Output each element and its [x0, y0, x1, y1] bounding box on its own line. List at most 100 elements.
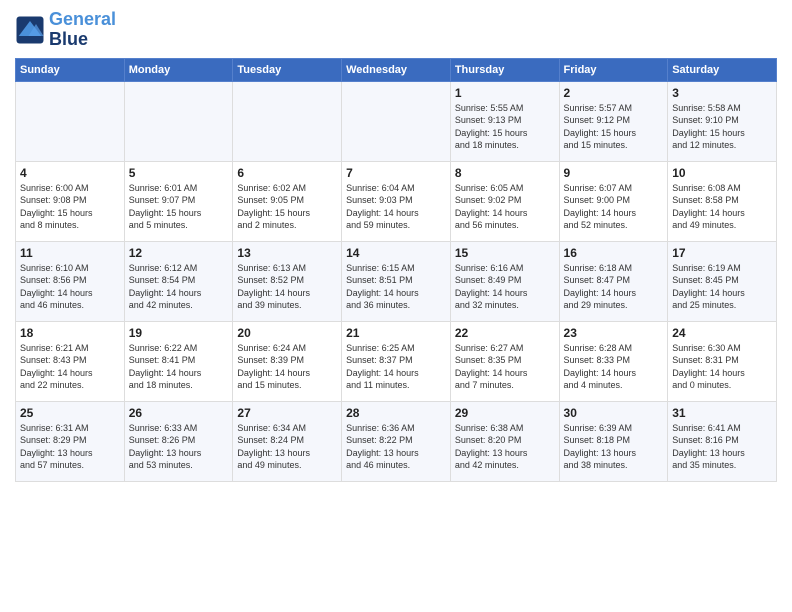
day-cell [124, 81, 233, 161]
day-info: Sunrise: 6:19 AM Sunset: 8:45 PM Dayligh… [672, 262, 772, 312]
day-info: Sunrise: 6:41 AM Sunset: 8:16 PM Dayligh… [672, 422, 772, 472]
day-number: 23 [564, 326, 664, 340]
day-number: 25 [20, 406, 120, 420]
day-number: 20 [237, 326, 337, 340]
day-number: 27 [237, 406, 337, 420]
day-number: 8 [455, 166, 555, 180]
day-number: 13 [237, 246, 337, 260]
day-info: Sunrise: 6:39 AM Sunset: 8:18 PM Dayligh… [564, 422, 664, 472]
day-cell: 28 Sunrise: 6:36 AM Sunset: 8:22 PM Dayli… [342, 401, 451, 481]
day-cell: 29Sunrise: 6:38 AM Sunset: 8:20 PM Dayli… [450, 401, 559, 481]
day-cell: 4 Sunrise: 6:00 AM Sunset: 9:08 PM Daylig… [16, 161, 125, 241]
day-cell: 18 Sunrise: 6:21 AM Sunset: 8:43 PM Dayli… [16, 321, 125, 401]
day-number: 4 [20, 166, 120, 180]
day-cell: 24 Sunrise: 6:30 AM Sunset: 8:31 PM Dayli… [668, 321, 777, 401]
day-cell: 2 Sunrise: 5:57 AM Sunset: 9:12 PM Daylig… [559, 81, 668, 161]
day-info: Sunrise: 6:07 AM Sunset: 9:00 PM Dayligh… [564, 182, 664, 232]
day-cell: 31Sunrise: 6:41 AM Sunset: 8:16 PM Dayli… [668, 401, 777, 481]
week-row-3: 11 Sunrise: 6:10 AM Sunset: 8:56 PM Dayli… [16, 241, 777, 321]
day-info: Sunrise: 6:00 AM Sunset: 9:08 PM Dayligh… [20, 182, 120, 232]
day-info: Sunrise: 6:22 AM Sunset: 8:41 PM Dayligh… [129, 342, 229, 392]
day-info: Sunrise: 5:55 AM Sunset: 9:13 PM Dayligh… [455, 102, 555, 152]
day-cell: 25 Sunrise: 6:31 AM Sunset: 8:29 PM Dayli… [16, 401, 125, 481]
day-number: 3 [672, 86, 772, 100]
day-info: Sunrise: 6:21 AM Sunset: 8:43 PM Dayligh… [20, 342, 120, 392]
day-info: Sunrise: 6:28 AM Sunset: 8:33 PM Dayligh… [564, 342, 664, 392]
day-number: 21 [346, 326, 446, 340]
day-cell [16, 81, 125, 161]
day-number: 11 [20, 246, 120, 260]
day-cell: 5Sunrise: 6:01 AM Sunset: 9:07 PM Daylig… [124, 161, 233, 241]
day-number: 19 [129, 326, 229, 340]
day-info: Sunrise: 6:05 AM Sunset: 9:02 PM Dayligh… [455, 182, 555, 232]
weekday-header-thursday: Thursday [450, 58, 559, 81]
day-info: Sunrise: 6:04 AM Sunset: 9:03 PM Dayligh… [346, 182, 446, 232]
day-cell: 17 Sunrise: 6:19 AM Sunset: 8:45 PM Dayli… [668, 241, 777, 321]
day-number: 28 [346, 406, 446, 420]
day-cell [342, 81, 451, 161]
day-info: Sunrise: 6:36 AM Sunset: 8:22 PM Dayligh… [346, 422, 446, 472]
day-cell: 21 Sunrise: 6:25 AM Sunset: 8:37 PM Dayli… [342, 321, 451, 401]
day-cell: 16 Sunrise: 6:18 AM Sunset: 8:47 PM Dayli… [559, 241, 668, 321]
day-info: Sunrise: 6:31 AM Sunset: 8:29 PM Dayligh… [20, 422, 120, 472]
day-number: 22 [455, 326, 555, 340]
day-number: 15 [455, 246, 555, 260]
day-number: 14 [346, 246, 446, 260]
day-number: 9 [564, 166, 664, 180]
header: GeneralBlue [15, 10, 777, 50]
day-number: 26 [129, 406, 229, 420]
day-cell: 22 Sunrise: 6:27 AM Sunset: 8:35 PM Dayli… [450, 321, 559, 401]
day-info: Sunrise: 6:08 AM Sunset: 8:58 PM Dayligh… [672, 182, 772, 232]
day-cell: 30 Sunrise: 6:39 AM Sunset: 8:18 PM Dayli… [559, 401, 668, 481]
day-info: Sunrise: 6:25 AM Sunset: 8:37 PM Dayligh… [346, 342, 446, 392]
day-cell: 1 Sunrise: 5:55 AM Sunset: 9:13 PM Daylig… [450, 81, 559, 161]
day-cell: 15 Sunrise: 6:16 AM Sunset: 8:49 PM Dayli… [450, 241, 559, 321]
day-cell: 13 Sunrise: 6:13 AM Sunset: 8:52 PM Dayli… [233, 241, 342, 321]
day-number: 6 [237, 166, 337, 180]
day-number: 2 [564, 86, 664, 100]
day-cell: 19 Sunrise: 6:22 AM Sunset: 8:41 PM Dayli… [124, 321, 233, 401]
day-info: Sunrise: 6:12 AM Sunset: 8:54 PM Dayligh… [129, 262, 229, 312]
day-cell: 27 Sunrise: 6:34 AM Sunset: 8:24 PM Dayli… [233, 401, 342, 481]
day-cell: 6Sunrise: 6:02 AM Sunset: 9:05 PM Daylig… [233, 161, 342, 241]
day-info: Sunrise: 6:24 AM Sunset: 8:39 PM Dayligh… [237, 342, 337, 392]
weekday-header-saturday: Saturday [668, 58, 777, 81]
weekday-header-wednesday: Wednesday [342, 58, 451, 81]
calendar-page: GeneralBlue SundayMondayTuesdayWednesday… [0, 0, 792, 492]
calendar-table: SundayMondayTuesdayWednesdayThursdayFrid… [15, 58, 777, 482]
logo-name: GeneralBlue [49, 10, 116, 50]
day-number: 29 [455, 406, 555, 420]
day-info: Sunrise: 6:13 AM Sunset: 8:52 PM Dayligh… [237, 262, 337, 312]
weekday-header-monday: Monday [124, 58, 233, 81]
day-number: 16 [564, 246, 664, 260]
weekday-header-row: SundayMondayTuesdayWednesdayThursdayFrid… [16, 58, 777, 81]
day-number: 7 [346, 166, 446, 180]
day-info: Sunrise: 6:27 AM Sunset: 8:35 PM Dayligh… [455, 342, 555, 392]
day-number: 5 [129, 166, 229, 180]
day-info: Sunrise: 6:10 AM Sunset: 8:56 PM Dayligh… [20, 262, 120, 312]
day-number: 1 [455, 86, 555, 100]
weekday-header-friday: Friday [559, 58, 668, 81]
day-info: Sunrise: 6:30 AM Sunset: 8:31 PM Dayligh… [672, 342, 772, 392]
day-info: Sunrise: 5:57 AM Sunset: 9:12 PM Dayligh… [564, 102, 664, 152]
day-number: 24 [672, 326, 772, 340]
day-info: Sunrise: 6:33 AM Sunset: 8:26 PM Dayligh… [129, 422, 229, 472]
day-info: Sunrise: 6:18 AM Sunset: 8:47 PM Dayligh… [564, 262, 664, 312]
weekday-header-tuesday: Tuesday [233, 58, 342, 81]
day-number: 12 [129, 246, 229, 260]
week-row-5: 25 Sunrise: 6:31 AM Sunset: 8:29 PM Dayli… [16, 401, 777, 481]
day-number: 17 [672, 246, 772, 260]
day-cell: 7 Sunrise: 6:04 AM Sunset: 9:03 PM Daylig… [342, 161, 451, 241]
day-cell: 23 Sunrise: 6:28 AM Sunset: 8:33 PM Dayli… [559, 321, 668, 401]
day-number: 18 [20, 326, 120, 340]
day-info: Sunrise: 6:34 AM Sunset: 8:24 PM Dayligh… [237, 422, 337, 472]
day-cell: 8 Sunrise: 6:05 AM Sunset: 9:02 PM Daylig… [450, 161, 559, 241]
week-row-2: 4 Sunrise: 6:00 AM Sunset: 9:08 PM Daylig… [16, 161, 777, 241]
day-info: Sunrise: 6:15 AM Sunset: 8:51 PM Dayligh… [346, 262, 446, 312]
day-number: 30 [564, 406, 664, 420]
week-row-4: 18 Sunrise: 6:21 AM Sunset: 8:43 PM Dayli… [16, 321, 777, 401]
day-cell: 12 Sunrise: 6:12 AM Sunset: 8:54 PM Dayli… [124, 241, 233, 321]
day-info: Sunrise: 6:16 AM Sunset: 8:49 PM Dayligh… [455, 262, 555, 312]
day-cell [233, 81, 342, 161]
week-row-1: 1 Sunrise: 5:55 AM Sunset: 9:13 PM Daylig… [16, 81, 777, 161]
